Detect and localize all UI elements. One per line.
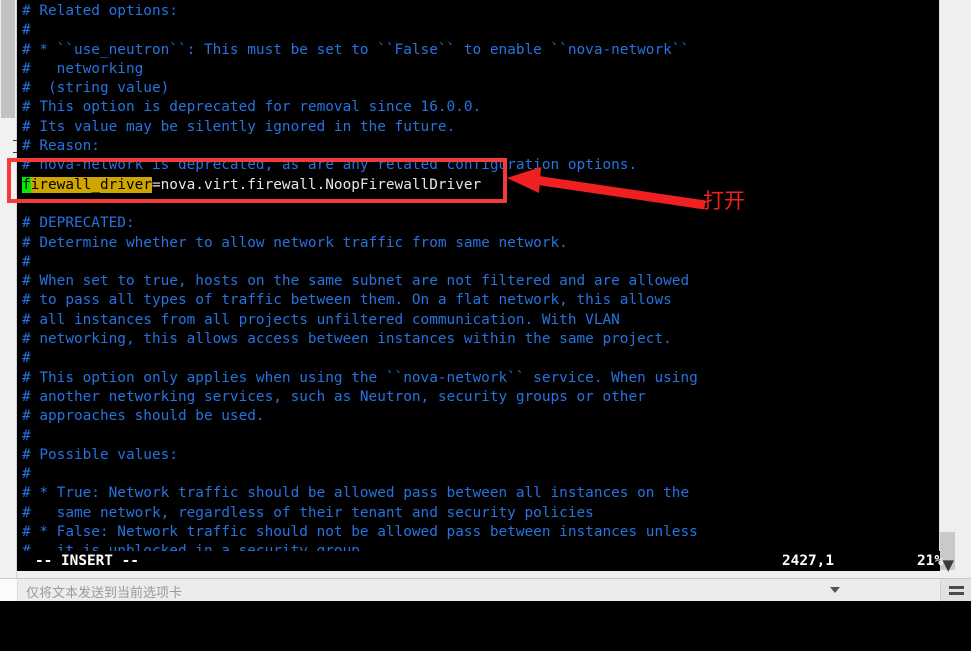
bottom-hint-text: 仅将文本发送到当前选项卡 — [26, 586, 183, 601]
editor-line[interactable]: # This option is deprecated for removal … — [22, 98, 940, 117]
terminal-window[interactable]: # Related options: # # * ``use_neutron``: … — [17, 0, 940, 570]
chevron-down-icon[interactable]: ▼ — [942, 558, 954, 573]
editor-line[interactable]: # networking — [22, 60, 940, 79]
editor-line[interactable]: # same network, regardless of their tena… — [22, 504, 940, 523]
editor-line[interactable]: # * False: Network traffic should not be… — [22, 523, 940, 542]
editor-line[interactable]: # * ``use_neutron``: This must be set to… — [22, 41, 940, 60]
bottom-bar-left-edge — [0, 579, 18, 601]
editor-line[interactable]: # — [22, 465, 940, 484]
editor-line[interactable]: # another networking services, such as N… — [22, 388, 940, 407]
editor-line[interactable]: # DEPRECATED: — [22, 214, 940, 233]
editor-line[interactable]: # When set to true, hosts on the same su… — [22, 272, 940, 291]
editor-line[interactable]: # Its value may be silently ignored in t… — [22, 118, 940, 137]
file-percent-indicator: 21% — [917, 553, 943, 569]
vim-mode-indicator: -- INSERT -- — [35, 553, 139, 569]
editor-line[interactable]: # Related options: — [22, 2, 940, 21]
editor-line[interactable]: # Determine whether to allow network tra… — [22, 234, 940, 253]
editor-line[interactable]: # (string value) — [22, 79, 940, 98]
left-scrollbar-thumb[interactable] — [1, 0, 15, 118]
editor-line[interactable]: # — [22, 349, 940, 368]
editor-text-area[interactable]: # Related options: # # * ``use_neutron``: … — [22, 2, 940, 562]
left-scrollbar[interactable] — [0, 0, 17, 578]
editor-config-value: =nova.virt.firewall.NoopFirewallDriver — [151, 176, 482, 193]
editor-line[interactable]: # Reason: — [22, 137, 940, 156]
terminal-scrollbar[interactable] — [939, 0, 955, 570]
hamburger-icon-line-1 — [949, 586, 964, 589]
editor-cursor: f — [22, 176, 31, 193]
annotation-label: 打开 — [703, 189, 745, 213]
vim-status-line: -- INSERT -- 2427,1 21% — [17, 551, 943, 571]
editor-line[interactable] — [22, 195, 940, 214]
editor-config-line[interactable]: firewall_driver=nova.virt.firewall.NoopF… — [22, 176, 940, 195]
editor-line[interactable]: # networking, this allows access between… — [22, 330, 940, 349]
editor-line[interactable]: # * True: Network traffic should be allo… — [22, 484, 940, 503]
hamburger-icon-line-2 — [949, 592, 964, 595]
menu-button[interactable] — [940, 579, 971, 601]
editor-line[interactable]: # nova-network is deprecated, as are any… — [22, 156, 940, 175]
editor-line[interactable]: # — [22, 253, 940, 272]
cursor-position-indicator: 2427,1 — [782, 553, 834, 569]
editor-line[interactable]: # — [22, 427, 940, 446]
bottom-status-bar: 仅将文本发送到当前选项卡 — [0, 578, 971, 601]
editor-line[interactable]: # to pass all types of traffic between t… — [22, 291, 940, 310]
editor-search-highlight: irewall_driver — [30, 176, 152, 193]
editor-line[interactable]: # approaches should be used. — [22, 407, 940, 426]
editor-line[interactable]: # — [22, 21, 940, 40]
editor-line[interactable]: # all instances from all projects unfilt… — [22, 311, 940, 330]
application-frame: # Related options: # # * ``use_neutron``: … — [0, 0, 971, 601]
chevron-down-icon-small[interactable] — [830, 587, 840, 593]
editor-line[interactable]: # Possible values: — [22, 446, 940, 465]
editor-line[interactable]: # This option only applies when using th… — [22, 369, 940, 388]
